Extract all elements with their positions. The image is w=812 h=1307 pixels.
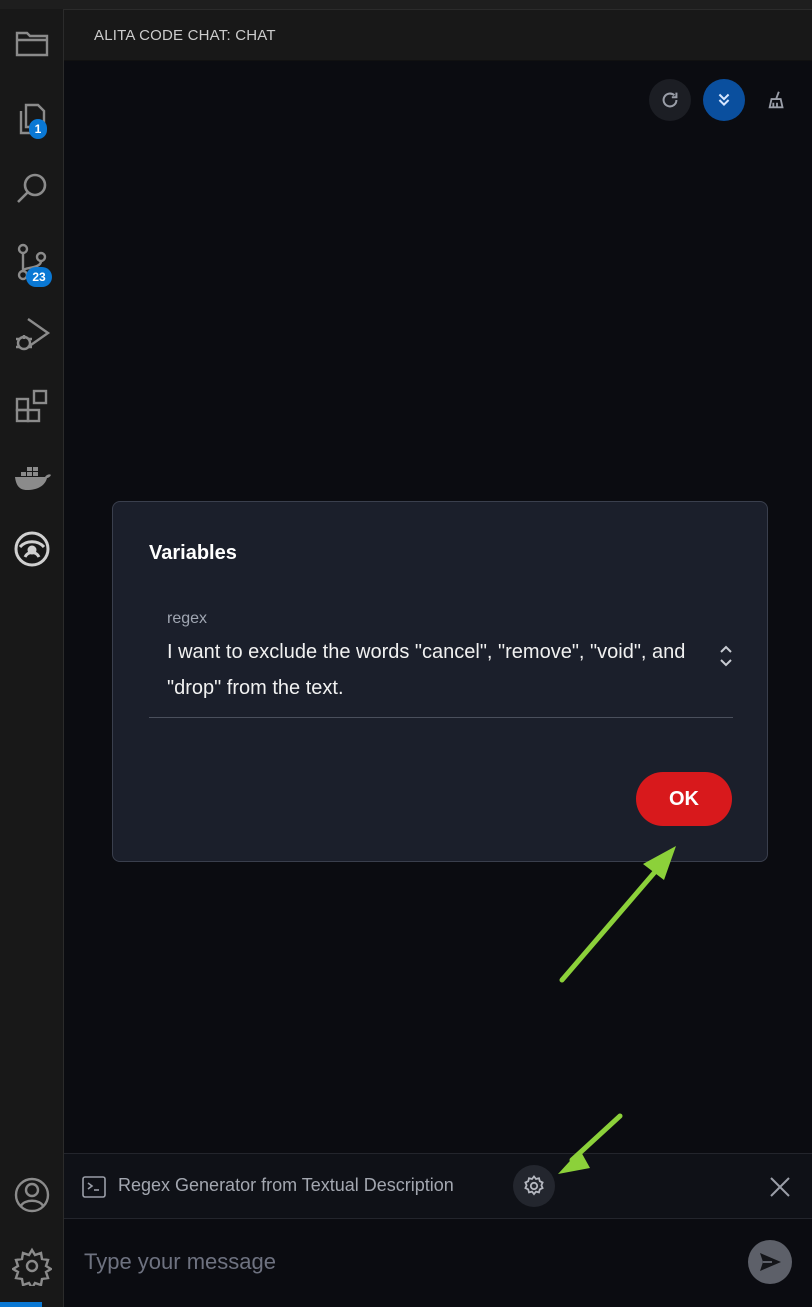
copy-badge: 1 — [29, 119, 47, 139]
source-control-badge: 23 — [26, 267, 52, 287]
ok-button[interactable]: OK — [636, 772, 732, 826]
variables-dialog: Variables regex I want to exclude the wo… — [112, 501, 768, 862]
run-debug-icon[interactable] — [0, 305, 63, 361]
source-control-icon[interactable]: 23 — [0, 233, 63, 289]
search-icon[interactable] — [0, 161, 63, 217]
variable-label: regex — [167, 610, 208, 627]
send-button[interactable] — [748, 1240, 792, 1284]
panel-title: ALITA CODE CHAT: CHAT — [94, 27, 276, 44]
activity-bar: 1 23 — [0, 9, 64, 1307]
extensions-icon[interactable] — [0, 377, 63, 433]
settings-gear-icon[interactable] — [0, 1238, 63, 1294]
scroll-down-button[interactable] — [703, 79, 745, 121]
docker-icon[interactable] — [0, 449, 63, 505]
copy-icon[interactable]: 1 — [0, 89, 63, 145]
alita-icon[interactable] — [0, 521, 63, 577]
scroll-down-icon — [718, 93, 730, 107]
panel-header: ALITA CODE CHAT: CHAT — [64, 10, 812, 61]
account-icon[interactable] — [0, 1167, 63, 1223]
variable-input[interactable]: I want to exclude the words "cancel", "r… — [167, 634, 687, 706]
refresh-button[interactable] — [649, 79, 691, 121]
message-input-area — [64, 1220, 812, 1307]
message-input[interactable] — [82, 1238, 726, 1286]
send-icon — [760, 1253, 781, 1271]
refresh-icon — [662, 92, 678, 108]
prompt-name: Regex Generator from Textual Description — [118, 1175, 454, 1195]
clear-chat-button[interactable] — [756, 79, 798, 121]
resize-stepper-icon[interactable] — [717, 642, 735, 670]
window-top-border — [0, 0, 812, 10]
gear-icon — [524, 1175, 544, 1196]
status-strip — [0, 1302, 42, 1307]
input-underline — [149, 717, 733, 718]
dialog-title: Variables — [149, 542, 237, 564]
selected-prompt-bar: Regex Generator from Textual Description — [64, 1153, 812, 1219]
close-icon[interactable] — [767, 1174, 793, 1200]
clear-chat-icon — [768, 91, 784, 109]
terminal-icon — [82, 1176, 106, 1198]
prompt-settings-button[interactable] — [513, 1165, 555, 1207]
files-icon[interactable] — [0, 15, 63, 71]
